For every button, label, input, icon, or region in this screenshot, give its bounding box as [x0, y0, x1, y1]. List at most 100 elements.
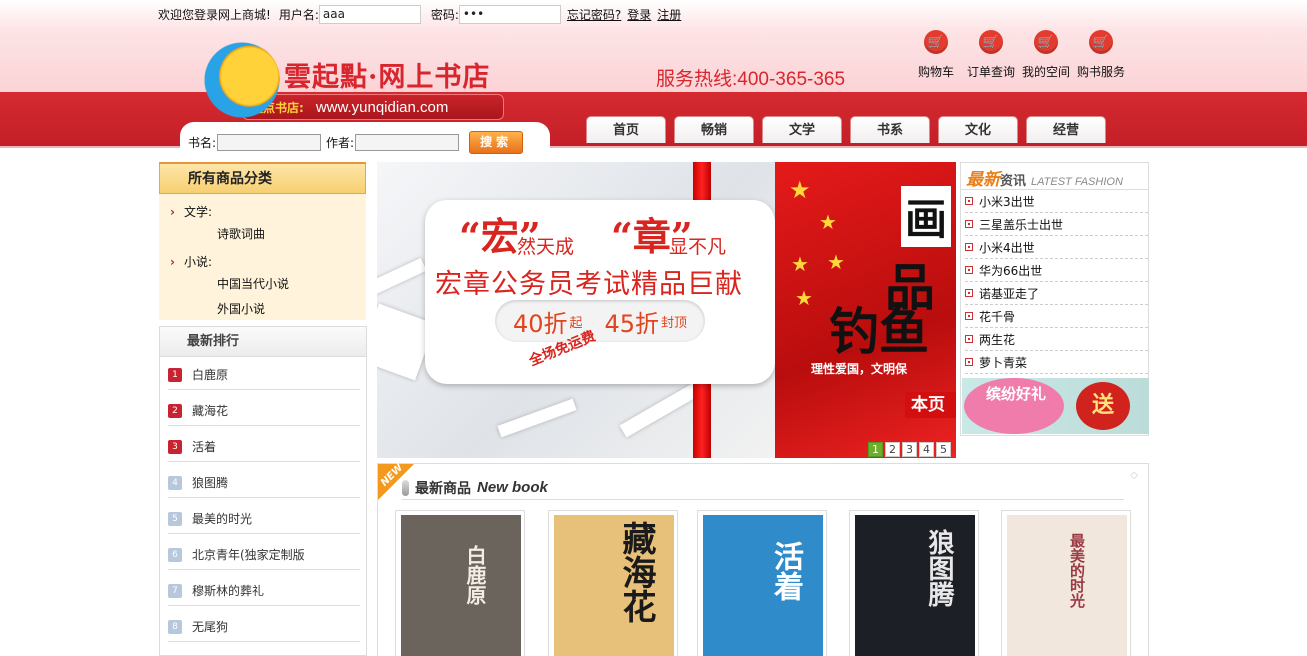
nav-home[interactable]: 首页: [586, 116, 666, 143]
username-input[interactable]: [318, 4, 421, 24]
category-literature[interactable]: › 文学:: [170, 203, 212, 220]
my-space-link[interactable]: 🛒 我的空间: [1018, 30, 1074, 80]
news-title: 小米4出世: [979, 240, 1035, 255]
book-card[interactable]: 最美的时光: [1001, 510, 1131, 656]
paper-plane-icon: [619, 380, 705, 438]
banner-slide-patriotic: ★ ★ ★ ★ ★ 画 品 钓鱼 理性爱国，文明保 本页: [775, 162, 956, 458]
nav-culture[interactable]: 文化: [938, 116, 1018, 143]
rank-badge: 5: [168, 511, 182, 526]
bullet-icon: [965, 289, 973, 297]
banner-page-2[interactable]: 2: [885, 442, 900, 457]
ranking-row[interactable]: 1 白鹿原: [168, 360, 360, 390]
banner-right-text-5: 本页: [905, 392, 956, 418]
news-item[interactable]: 三星盖乐士出世: [965, 213, 1148, 236]
category-novel-label: 小说:: [183, 255, 212, 269]
paper-plane-icon: [497, 398, 577, 438]
rank-badge: 6: [168, 547, 182, 562]
cart-icon: 🛒: [1034, 30, 1058, 54]
book-card[interactable]: 藏海花: [548, 510, 678, 656]
ranking-row[interactable]: 3 活着: [168, 432, 360, 462]
cart-icon: 🛒: [1089, 30, 1113, 54]
logo-title[interactable]: 雲起點·网上书店: [284, 55, 490, 94]
book-title-input[interactable]: [217, 134, 322, 151]
gift-ad-badge: 送: [1076, 382, 1130, 430]
category-poetry[interactable]: 诗歌词曲: [217, 225, 265, 242]
ranking-panel: 最新排行 1 白鹿原 2 藏海花 3 活着 4 狼图腾 5 最美的时光 6 北京青年(独家定…: [159, 326, 367, 656]
promo-banner[interactable]: “宏” 然天成 “章” 显不凡 宏章公务员考试精品巨献 40折起 45折 封顶 全…: [377, 162, 956, 458]
nav-business[interactable]: 经营: [1026, 116, 1106, 143]
book-service-link[interactable]: 🛒 购书服务: [1073, 30, 1129, 80]
bullet-icon: [965, 197, 973, 205]
discount-1: 40折: [512, 309, 568, 338]
service-hotline: 服务热线:400-365-365: [656, 69, 846, 90]
ranking-row[interactable]: 5 最美的时光: [168, 504, 360, 534]
bullet-icon: [965, 220, 973, 228]
news-title: 华为66出世: [979, 263, 1043, 278]
news-item[interactable]: 华为66出世: [965, 259, 1148, 282]
news-item[interactable]: 两生花: [965, 328, 1148, 351]
book-card[interactable]: 活着: [697, 510, 827, 656]
my-space-label: 我的空间: [1021, 65, 1070, 79]
nav-series[interactable]: 书系: [850, 116, 930, 143]
order-query-link[interactable]: 🛒 订单查询: [963, 30, 1019, 80]
category-literature-label: 文学:: [183, 205, 212, 219]
logo-mark-icon[interactable]: [204, 42, 280, 118]
banner-right-text-3: 钓鱼: [829, 303, 929, 361]
ranking-title: 白鹿原: [192, 368, 229, 382]
author-input[interactable]: [355, 134, 460, 151]
cart-link[interactable]: 🛒 购物车: [908, 30, 964, 80]
ranking-row[interactable]: 6 北京青年(独家定制版: [168, 540, 360, 570]
news-item[interactable]: 诺基亚走了: [965, 282, 1148, 305]
ranking-row[interactable]: 4 狼图腾: [168, 468, 360, 498]
banner-pager: 1 2 3 4 5: [868, 442, 953, 457]
main-nav: 首页 畅销 文学 书系 文化 经营: [586, 116, 1114, 143]
category-novel[interactable]: › 小说:: [170, 253, 212, 270]
nav-bestseller[interactable]: 畅销: [674, 116, 754, 143]
rank-badge: 3: [168, 439, 182, 454]
register-link[interactable]: 注册: [657, 6, 681, 23]
news-item[interactable]: 花千骨: [965, 305, 1148, 328]
star-icon: ★: [791, 252, 809, 276]
bullet-icon: [965, 312, 973, 320]
rank-badge: 7: [168, 583, 182, 598]
ranking-row[interactable]: 8 无尾狗: [168, 612, 360, 642]
logo-url: www.yunqidian.com: [315, 98, 449, 116]
nav-literature[interactable]: 文学: [762, 116, 842, 143]
username-label: 用户名:: [278, 7, 319, 22]
banner-page-3[interactable]: 3: [902, 442, 917, 457]
cart-label: 购物车: [917, 65, 954, 79]
banner-page-5[interactable]: 5: [936, 442, 951, 457]
news-item[interactable]: 小米4出世: [965, 236, 1148, 259]
login-link[interactable]: 登录: [627, 6, 651, 23]
banner-page-4[interactable]: 4: [919, 442, 934, 457]
gift-ad-banner[interactable]: 缤纷好礼 送: [962, 378, 1149, 434]
ranking-heading: 最新排行: [160, 327, 366, 357]
book-service-label: 购书服务: [1076, 65, 1125, 79]
discount-2-suffix: 封顶: [661, 315, 688, 331]
discount-2: 45折: [604, 309, 660, 338]
news-item[interactable]: 小米3出世: [965, 190, 1148, 213]
ranking-title: 狼图腾: [192, 476, 229, 490]
ranking-title: 无尾狗: [192, 620, 229, 634]
new-books-panel: NEW ◇ 最新商品 New book 白鹿原 藏海花 活着 狼图腾 最美的时光: [377, 462, 1149, 656]
login-bar: 欢迎您登录网上商城! 用户名: 密码: 忘记密码? 登录 注册: [158, 4, 681, 24]
forgot-password-link[interactable]: 忘记密码?: [567, 6, 621, 23]
category-foreign-novel[interactable]: 外国小说: [217, 300, 265, 317]
news-title: 小米3出世: [979, 194, 1035, 209]
news-panel: 最新 资讯 LATEST FASHION 小米3出世 三星盖乐士出世 小米4出世…: [960, 162, 1149, 436]
search-button[interactable]: 搜索: [469, 131, 524, 154]
category-chinese-novel[interactable]: 中国当代小说: [217, 275, 289, 292]
news-item[interactable]: 萝卜青菜: [965, 351, 1148, 374]
welcome-text: 欢迎您登录网上商城!: [158, 7, 271, 22]
paper-plane-icon: [377, 257, 427, 301]
book-card[interactable]: 狼图腾: [849, 510, 979, 656]
ranking-row[interactable]: 7 穆斯林的葬礼: [168, 576, 360, 606]
ranking-title: 最美的时光: [192, 512, 253, 526]
book-card[interactable]: 白鹿原: [395, 510, 525, 656]
banner-sub-2: 显不凡: [669, 236, 727, 258]
banner-headline: 宏章公务员考试精品巨献: [435, 269, 743, 300]
ranking-title: 活着: [192, 440, 217, 454]
banner-page-1[interactable]: 1: [868, 442, 883, 457]
password-input[interactable]: [458, 4, 561, 24]
ranking-row[interactable]: 2 藏海花: [168, 396, 360, 426]
